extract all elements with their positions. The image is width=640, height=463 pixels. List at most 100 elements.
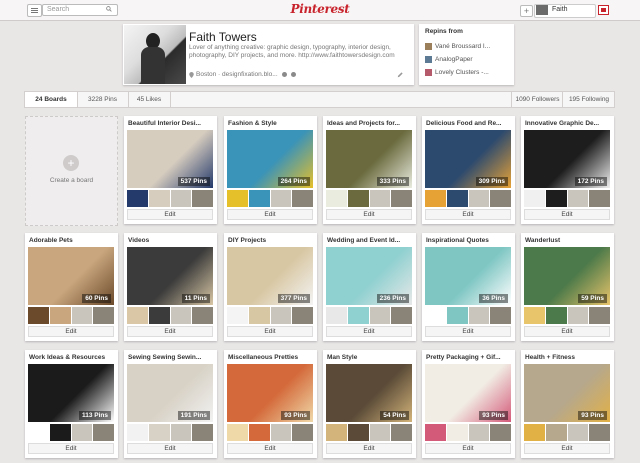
board-card[interactable]: Wedding and Event Id... 236 Pins Edit <box>323 233 416 341</box>
board-title[interactable]: Man Style <box>327 354 413 361</box>
board-title[interactable]: Inspirational Quotes <box>426 237 512 244</box>
board-thumbnail[interactable] <box>589 307 610 324</box>
board-thumbnail[interactable] <box>425 190 446 207</box>
board-card[interactable]: Beautiful Interior Desi... 537 Pins Edit <box>124 116 217 224</box>
edit-board-button[interactable]: Edit <box>524 326 610 337</box>
board-thumbnail[interactable] <box>148 307 170 324</box>
board-thumbnail[interactable] <box>127 307 148 324</box>
edit-board-button[interactable]: Edit <box>227 326 313 337</box>
board-thumbnail[interactable] <box>347 424 369 441</box>
user-name[interactable]: Faith <box>552 6 568 13</box>
board-cover-image[interactable]: 93 Pins <box>524 364 610 422</box>
board-card[interactable]: Pretty Packaging + Gif... 93 Pins Edit <box>422 350 515 458</box>
board-thumbnail[interactable] <box>292 307 313 324</box>
board-card[interactable]: Health + Fitness 93 Pins Edit <box>521 350 614 458</box>
edit-board-button[interactable]: Edit <box>326 326 412 337</box>
facebook-icon[interactable] <box>281 72 287 77</box>
board-thumbnail[interactable] <box>49 307 71 324</box>
board-title[interactable]: Innovative Graphic De... <box>525 120 611 127</box>
board-title[interactable]: Work Ideas & Resources <box>29 354 115 361</box>
board-thumbnail[interactable] <box>326 424 347 441</box>
board-title[interactable]: Pretty Packaging + Gif... <box>426 354 512 361</box>
board-cover-image[interactable]: 54 Pins <box>326 364 412 422</box>
board-cover-image[interactable]: 537 Pins <box>127 130 213 188</box>
board-thumbnail[interactable] <box>192 307 213 324</box>
edit-board-button[interactable]: Edit <box>127 209 213 220</box>
board-thumbnail[interactable] <box>326 307 347 324</box>
board-card[interactable]: Adorable Pets 60 Pins Edit <box>25 233 118 341</box>
board-card[interactable]: Man Style 54 Pins Edit <box>323 350 416 458</box>
board-thumbnail[interactable] <box>192 190 213 207</box>
board-thumbnail[interactable] <box>71 307 93 324</box>
board-card[interactable]: Ideas and Projects for... 333 Pins Edit <box>323 116 416 224</box>
edit-board-button[interactable]: Edit <box>524 443 610 454</box>
edit-board-button[interactable]: Edit <box>227 443 313 454</box>
create-board-card[interactable]: + Create a board <box>25 116 118 226</box>
repin-name[interactable]: Vané Broussard I... <box>435 43 490 50</box>
board-thumbnail[interactable] <box>192 424 213 441</box>
board-title[interactable]: Videos <box>128 237 214 244</box>
repins-item[interactable]: Lovely Clusters -... <box>425 69 489 76</box>
board-card[interactable]: Delicious Food and Re... 309 Pins Edit <box>422 116 515 224</box>
board-thumbnail[interactable] <box>248 307 270 324</box>
board-thumbnail[interactable] <box>589 190 610 207</box>
board-thumbnail[interactable] <box>468 424 490 441</box>
repin-name[interactable]: AnalogPaper <box>435 56 473 63</box>
board-thumbnail[interactable] <box>270 307 292 324</box>
board-thumbnail[interactable] <box>545 190 567 207</box>
edit-board-button[interactable]: Edit <box>227 209 313 220</box>
edit-board-button[interactable]: Edit <box>28 326 114 337</box>
user-avatar[interactable] <box>536 5 548 15</box>
board-thumbnail[interactable] <box>28 307 49 324</box>
edit-board-button[interactable]: Edit <box>524 209 610 220</box>
repin-name[interactable]: Lovely Clusters -... <box>435 69 489 76</box>
board-card[interactable]: DIY Projects 377 Pins Edit <box>224 233 317 341</box>
board-cover-image[interactable]: 264 Pins <box>227 130 313 188</box>
board-title[interactable]: Fashion & Style <box>228 120 314 127</box>
board-cover-image[interactable]: 333 Pins <box>326 130 412 188</box>
board-cover-image[interactable]: 11 Pins <box>127 247 213 305</box>
board-thumbnail[interactable] <box>524 190 545 207</box>
board-thumbnail[interactable] <box>248 190 270 207</box>
board-thumbnail[interactable] <box>227 307 248 324</box>
board-thumbnail[interactable] <box>490 424 511 441</box>
board-card[interactable]: Sewing Sewing Sewin... 191 Pins Edit <box>124 350 217 458</box>
repins-item[interactable]: Vané Broussard I... <box>425 43 490 50</box>
board-cover-image[interactable]: 113 Pins <box>28 364 114 422</box>
board-thumbnail[interactable] <box>148 424 170 441</box>
board-title[interactable]: Adorable Pets <box>29 237 115 244</box>
board-thumbnail[interactable] <box>292 190 313 207</box>
menu-icon[interactable] <box>27 4 42 17</box>
board-thumbnail[interactable] <box>391 307 412 324</box>
board-thumbnail[interactable] <box>270 424 292 441</box>
board-card[interactable]: Videos 11 Pins Edit <box>124 233 217 341</box>
board-cover-image[interactable]: 59 Pins <box>524 247 610 305</box>
board-thumbnail[interactable] <box>292 424 313 441</box>
board-thumbnail[interactable] <box>446 307 468 324</box>
followers-link[interactable]: 1090 Followers <box>511 92 563 107</box>
board-cover-image[interactable]: 93 Pins <box>227 364 313 422</box>
board-cover-image[interactable]: 60 Pins <box>28 247 114 305</box>
board-thumbnail[interactable] <box>490 190 511 207</box>
board-thumbnail[interactable] <box>391 424 412 441</box>
board-thumbnail[interactable] <box>545 424 567 441</box>
tab-pins[interactable]: 3228 Pins <box>77 92 129 107</box>
board-thumbnail[interactable] <box>468 307 490 324</box>
board-thumbnail[interactable] <box>170 424 192 441</box>
pinterest-logo[interactable]: Pinterest <box>290 2 350 16</box>
following-link[interactable]: 195 Following <box>562 92 615 107</box>
board-thumbnail[interactable] <box>391 190 412 207</box>
board-cover-image[interactable]: 377 Pins <box>227 247 313 305</box>
board-thumbnail[interactable] <box>127 190 148 207</box>
board-title[interactable]: Sewing Sewing Sewin... <box>128 354 214 361</box>
board-title[interactable]: Wedding and Event Id... <box>327 237 413 244</box>
board-thumbnail[interactable] <box>446 424 468 441</box>
tab-likes[interactable]: 45 Likes <box>128 92 171 107</box>
board-card[interactable]: Innovative Graphic De... 172 Pins Edit <box>521 116 614 224</box>
board-thumbnail[interactable] <box>490 307 511 324</box>
search-icon[interactable] <box>106 6 112 12</box>
edit-board-button[interactable]: Edit <box>326 443 412 454</box>
board-title[interactable]: Ideas and Projects for... <box>327 120 413 127</box>
tab-boards[interactable]: 24 Boards <box>25 92 78 107</box>
board-thumbnail[interactable] <box>567 424 589 441</box>
